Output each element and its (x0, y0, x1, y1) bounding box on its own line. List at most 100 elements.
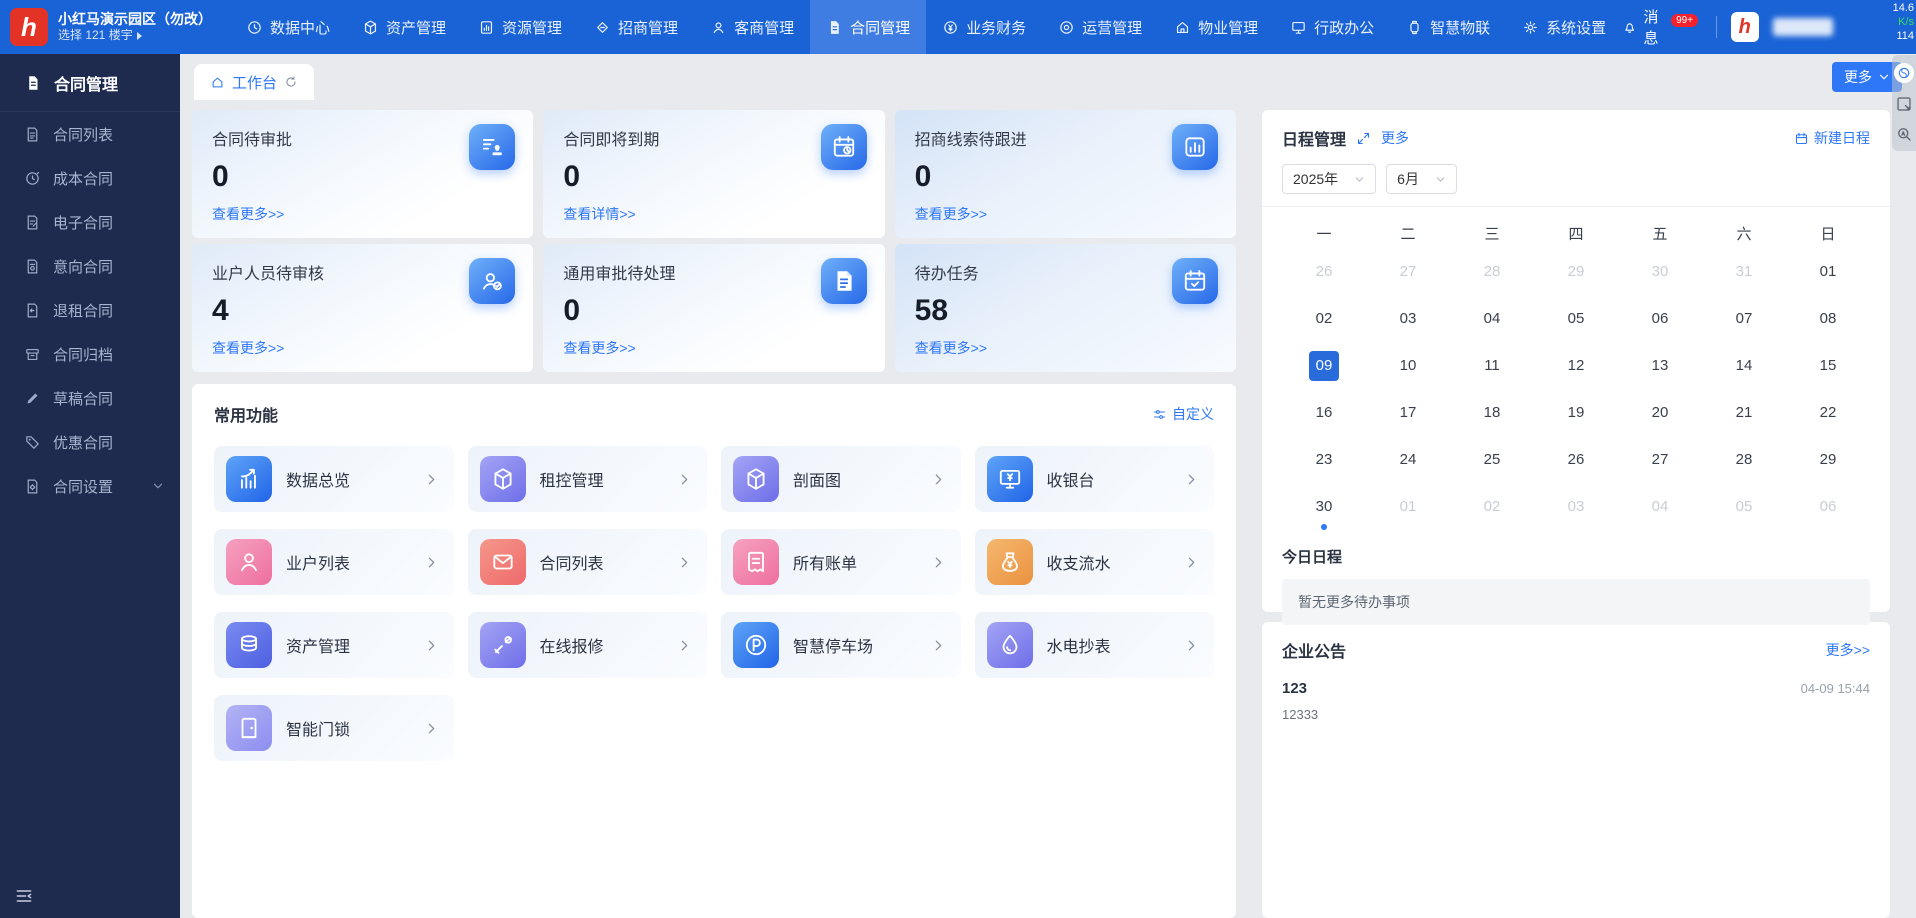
quick-function-tile[interactable]: 剖面图 (721, 446, 961, 512)
sidebar-item[interactable]: 成本合同 (0, 156, 180, 200)
user-name-blurred[interactable] (1773, 18, 1834, 36)
calendar-day[interactable]: 28 (1450, 257, 1534, 297)
announcements-more-link[interactable]: 更多>> (1826, 640, 1870, 660)
calendar-day[interactable]: 11 (1450, 351, 1534, 391)
calendar-day[interactable]: 29 (1534, 257, 1618, 297)
sidebar-item[interactable]: 合同列表 (0, 112, 180, 156)
calendar-day[interactable]: 01 (1366, 492, 1450, 532)
calendar-day[interactable]: 06 (1618, 304, 1702, 344)
sidebar-item[interactable]: 合同设置 (0, 464, 180, 508)
month-select[interactable]: 6月 (1386, 164, 1457, 194)
calendar-day[interactable]: 03 (1366, 304, 1450, 344)
quick-function-tile[interactable]: 租控管理 (468, 446, 708, 512)
calendar-day[interactable]: 15 (1786, 351, 1870, 391)
calendar-day[interactable]: 24 (1366, 445, 1450, 485)
stat-card-link[interactable]: 查看更多>> (563, 338, 635, 358)
calendar-day[interactable]: 19 (1534, 398, 1618, 438)
calendar-day[interactable]: 05 (1534, 304, 1618, 344)
quick-function-tile[interactable]: 合同列表 (468, 529, 708, 595)
calendar-day[interactable]: 26 (1282, 257, 1366, 297)
calendar-day[interactable]: 03 (1534, 492, 1618, 532)
calendar-day[interactable]: 04 (1450, 304, 1534, 344)
nav-item[interactable]: 合同管理 (810, 0, 926, 54)
sidebar-header-contract-management[interactable]: 合同管理 (0, 54, 180, 112)
quick-function-tile[interactable]: 收银台 (975, 446, 1215, 512)
nav-item[interactable]: 行政办公 (1274, 0, 1390, 54)
calendar-day[interactable]: 26 (1534, 445, 1618, 485)
quick-function-tile[interactable]: 在线报修 (468, 612, 708, 678)
quick-function-tile[interactable]: 数据总览 (214, 446, 454, 512)
sidebar-item[interactable]: 草稿合同 (0, 376, 180, 420)
calendar-day[interactable]: 10 (1366, 351, 1450, 391)
calendar-day[interactable]: 16 (1282, 398, 1366, 438)
sidebar-item[interactable]: 退租合同 (0, 288, 180, 332)
sidebar-collapse-button[interactable] (14, 886, 34, 906)
announcement-item[interactable]: 123 04-09 15:44 12333 (1282, 680, 1870, 722)
nav-item[interactable]: 资源管理 (462, 0, 578, 54)
nav-item[interactable]: 客商管理 (694, 0, 810, 54)
quick-function-tile[interactable]: 业户列表 (214, 529, 454, 595)
calendar-day[interactable]: 07 (1702, 304, 1786, 344)
calendar-day[interactable]: 22 (1786, 398, 1870, 438)
expand-icon[interactable] (1356, 131, 1371, 146)
calendar-day-selected[interactable]: 09 (1282, 351, 1366, 391)
calendar-day[interactable]: 17 (1366, 398, 1450, 438)
calendar-day[interactable]: 18 (1450, 398, 1534, 438)
stat-card-link[interactable]: 查看更多>> (915, 338, 987, 358)
calendar-day[interactable]: 31 (1702, 257, 1786, 297)
messages-button[interactable]: 消息 99+ (1622, 6, 1702, 48)
tab-workbench[interactable]: 工作台 (194, 64, 314, 100)
customize-button[interactable]: 自定义 (1152, 404, 1214, 424)
user-avatar[interactable]: h (1731, 12, 1759, 42)
calendar-day[interactable]: 29 (1786, 445, 1870, 485)
nav-item[interactable]: 招商管理 (578, 0, 694, 54)
nav-item[interactable]: 物业管理 (1158, 0, 1274, 54)
nav-item[interactable]: 智慧物联 (1390, 0, 1506, 54)
calendar-day[interactable]: 01 (1786, 257, 1870, 297)
year-select[interactable]: 2025年 (1282, 164, 1376, 194)
stat-card-link[interactable]: 查看更多>> (212, 204, 284, 224)
swirl-app-icon[interactable] (1894, 63, 1914, 83)
calendar-day[interactable]: 08 (1786, 304, 1870, 344)
quick-function-tile[interactable]: 所有账单 (721, 529, 961, 595)
calendar-day[interactable]: 27 (1366, 257, 1450, 297)
sidebar-item[interactable]: 优惠合同 (0, 420, 180, 464)
calendar-day[interactable]: 14 (1702, 351, 1786, 391)
sidebar-item[interactable]: 合同归档 (0, 332, 180, 376)
calendar-day[interactable]: 30 (1618, 257, 1702, 297)
calendar-day[interactable]: 13 (1618, 351, 1702, 391)
quick-function-tile[interactable]: 智慧停车场 (721, 612, 961, 678)
calendar-day[interactable]: 23 (1282, 445, 1366, 485)
nav-item[interactable]: 业务财务 (926, 0, 1042, 54)
building-selector[interactable]: 选择 121 楼宇 (58, 28, 212, 43)
screenshot-icon[interactable] (1895, 95, 1913, 113)
calendar-day[interactable]: 04 (1618, 492, 1702, 532)
quick-function-tile[interactable]: 资产管理 (214, 612, 454, 678)
calendar-day[interactable]: 27 (1618, 445, 1702, 485)
quick-function-tile[interactable]: 智能门锁 (214, 695, 454, 761)
calendar-day[interactable]: 02 (1450, 492, 1534, 532)
stat-card-link[interactable]: 查看详情>> (563, 204, 635, 224)
refresh-icon[interactable] (284, 75, 298, 89)
sidebar-item[interactable]: 电子合同 (0, 200, 180, 244)
calendar-day[interactable]: 30 (1282, 492, 1366, 532)
stat-card-link[interactable]: 查看更多>> (915, 204, 987, 224)
calendar-day[interactable]: 20 (1618, 398, 1702, 438)
calendar-day[interactable]: 25 (1450, 445, 1534, 485)
nav-item[interactable]: 数据中心 (230, 0, 346, 54)
calendar-day[interactable]: 05 (1702, 492, 1786, 532)
nav-item[interactable]: 系统设置 (1506, 0, 1622, 54)
stat-card-link[interactable]: 查看更多>> (212, 338, 284, 358)
quick-function-tile[interactable]: 收支流水 (975, 529, 1215, 595)
search-a-icon[interactable] (1895, 125, 1913, 143)
calendar-day[interactable]: 28 (1702, 445, 1786, 485)
new-event-button[interactable]: 新建日程 (1794, 128, 1870, 148)
schedule-more-link[interactable]: 更多 (1381, 128, 1409, 148)
calendar-day[interactable]: 21 (1702, 398, 1786, 438)
nav-item[interactable]: 运营管理 (1042, 0, 1158, 54)
calendar-day[interactable]: 02 (1282, 304, 1366, 344)
sidebar-item[interactable]: 意向合同 (0, 244, 180, 288)
calendar-day[interactable]: 12 (1534, 351, 1618, 391)
quick-function-tile[interactable]: 水电抄表 (975, 612, 1215, 678)
calendar-day[interactable]: 06 (1786, 492, 1870, 532)
